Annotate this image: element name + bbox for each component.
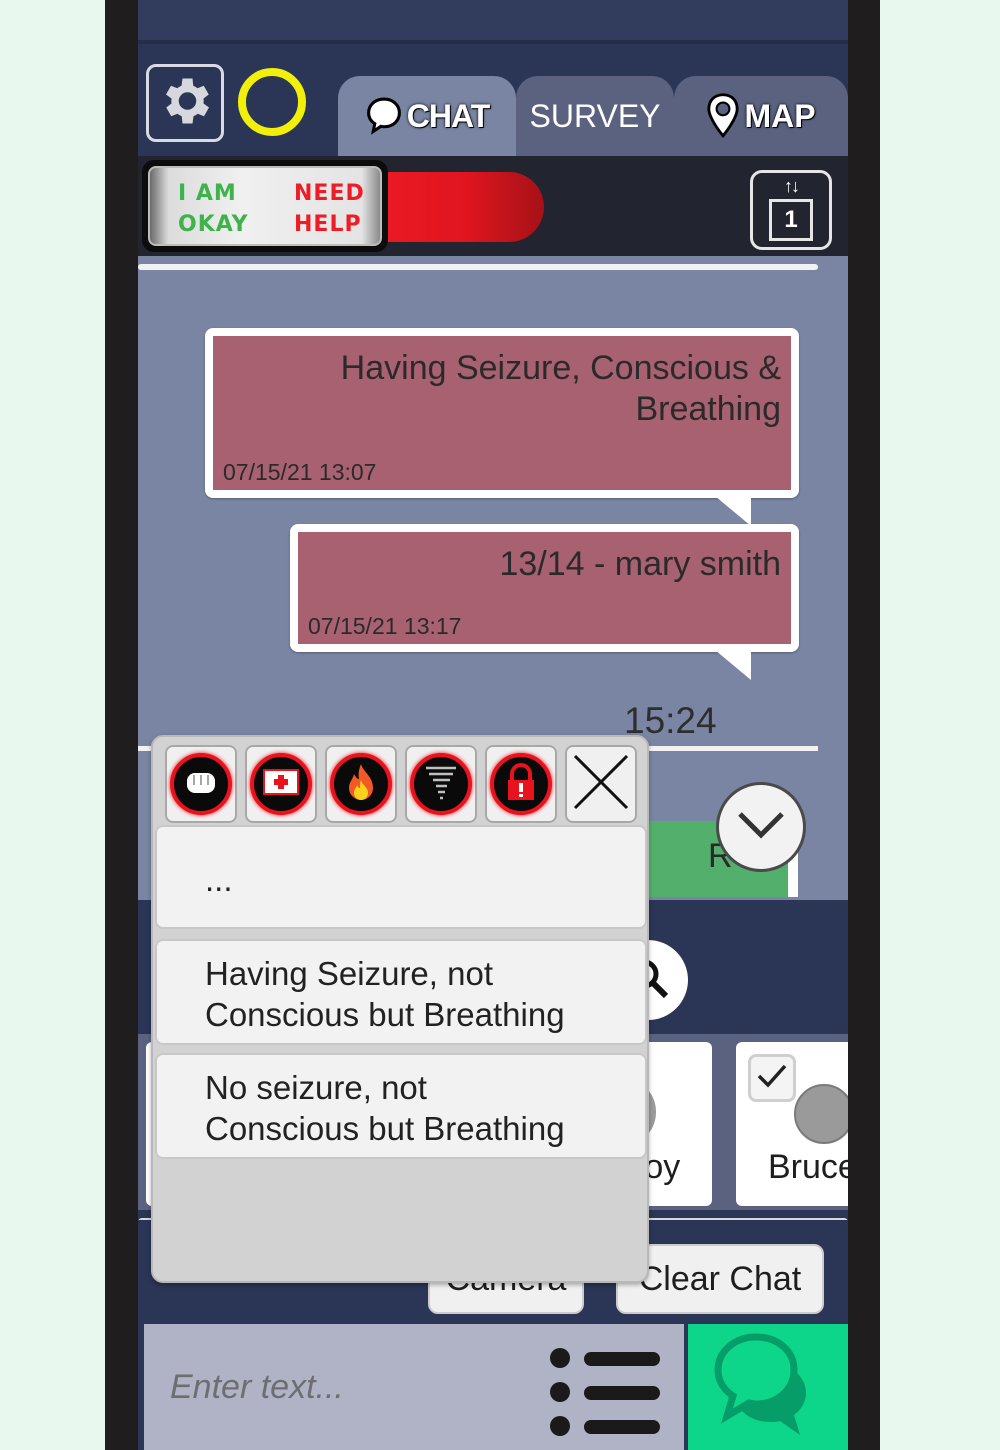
emergency-type-toolbar xyxy=(165,745,641,825)
tornado-icon xyxy=(423,763,459,806)
top-nav: CHAT SURVEY MAP xyxy=(138,44,848,156)
close-popup-button[interactable] xyxy=(565,745,637,823)
help-status-bar: I AM OKAY NEED HELP ↑↓ 1 xyxy=(138,156,848,256)
chat-message: Having Seizure, Conscious & Breathing 07… xyxy=(205,328,799,526)
need-help-label: NEED HELP xyxy=(294,181,365,237)
tab-chat[interactable]: CHAT xyxy=(338,76,516,156)
bubble-tail xyxy=(715,650,751,680)
status-indicator-ring xyxy=(238,68,306,136)
chat-top-divider xyxy=(138,264,818,270)
emergency-fire-button[interactable] xyxy=(325,745,397,823)
chevron-down-icon xyxy=(736,810,786,845)
emergency-assault-button[interactable] xyxy=(165,745,237,823)
emergency-lockdown-button[interactable] xyxy=(485,745,557,823)
quick-message-option[interactable]: ... xyxy=(155,825,647,929)
sort-order-value: 1 xyxy=(769,199,813,241)
emergency-weather-button[interactable] xyxy=(405,745,477,823)
contact-name: Bruce xyxy=(768,1148,848,1186)
send-button[interactable] xyxy=(688,1324,848,1450)
okay-help-toggle[interactable]: I AM OKAY NEED HELP xyxy=(142,160,388,252)
sort-order-button[interactable]: ↑↓ 1 xyxy=(750,170,832,250)
settings-button[interactable] xyxy=(146,64,224,142)
sort-arrows-icon: ↑↓ xyxy=(784,176,800,196)
quick-replies-button[interactable] xyxy=(550,1344,670,1444)
speech-bubble-icon xyxy=(365,96,403,136)
tab-survey[interactable]: SURVEY xyxy=(516,76,674,156)
message-timestamp: 07/15/21 13:07 xyxy=(223,459,377,485)
fist-icon xyxy=(183,765,219,804)
gear-icon xyxy=(155,71,215,136)
avatar xyxy=(794,1084,848,1144)
message-input[interactable] xyxy=(144,1324,544,1450)
message-text: 13/14 - mary smith xyxy=(499,545,781,583)
bubble-tail xyxy=(715,496,751,526)
map-pin-icon xyxy=(706,93,740,139)
first-aid-icon xyxy=(262,767,300,802)
status-bar xyxy=(138,0,848,40)
fire-icon xyxy=(344,762,378,807)
checkmark-icon xyxy=(756,1063,788,1094)
contact-checkbox[interactable] xyxy=(748,1054,796,1102)
composer xyxy=(144,1324,684,1450)
chat-bubbles-icon xyxy=(708,1325,828,1450)
chat-message: 13/14 - mary smith 07/15/21 13:17 xyxy=(290,524,799,680)
tab-map[interactable]: MAP xyxy=(674,76,848,156)
scroll-down-button[interactable] xyxy=(716,782,806,872)
quick-message-option[interactable]: No seizure, not Conscious but Breathing xyxy=(155,1053,647,1159)
message-text: Having Seizure, Conscious & Breathing xyxy=(340,349,781,428)
quick-message-popup: ... Having Seizure, not Conscious but Br… xyxy=(151,735,649,1283)
contact-card[interactable]: Bruce xyxy=(736,1042,848,1206)
quick-message-option[interactable]: Having Seizure, not Conscious but Breath… xyxy=(155,939,647,1045)
emergency-medical-button[interactable] xyxy=(245,745,317,823)
lock-alert-icon xyxy=(504,762,538,807)
message-timestamp: 07/15/21 13:17 xyxy=(308,613,462,639)
i-am-okay-label: I AM OKAY xyxy=(178,181,249,237)
close-icon xyxy=(571,752,631,817)
